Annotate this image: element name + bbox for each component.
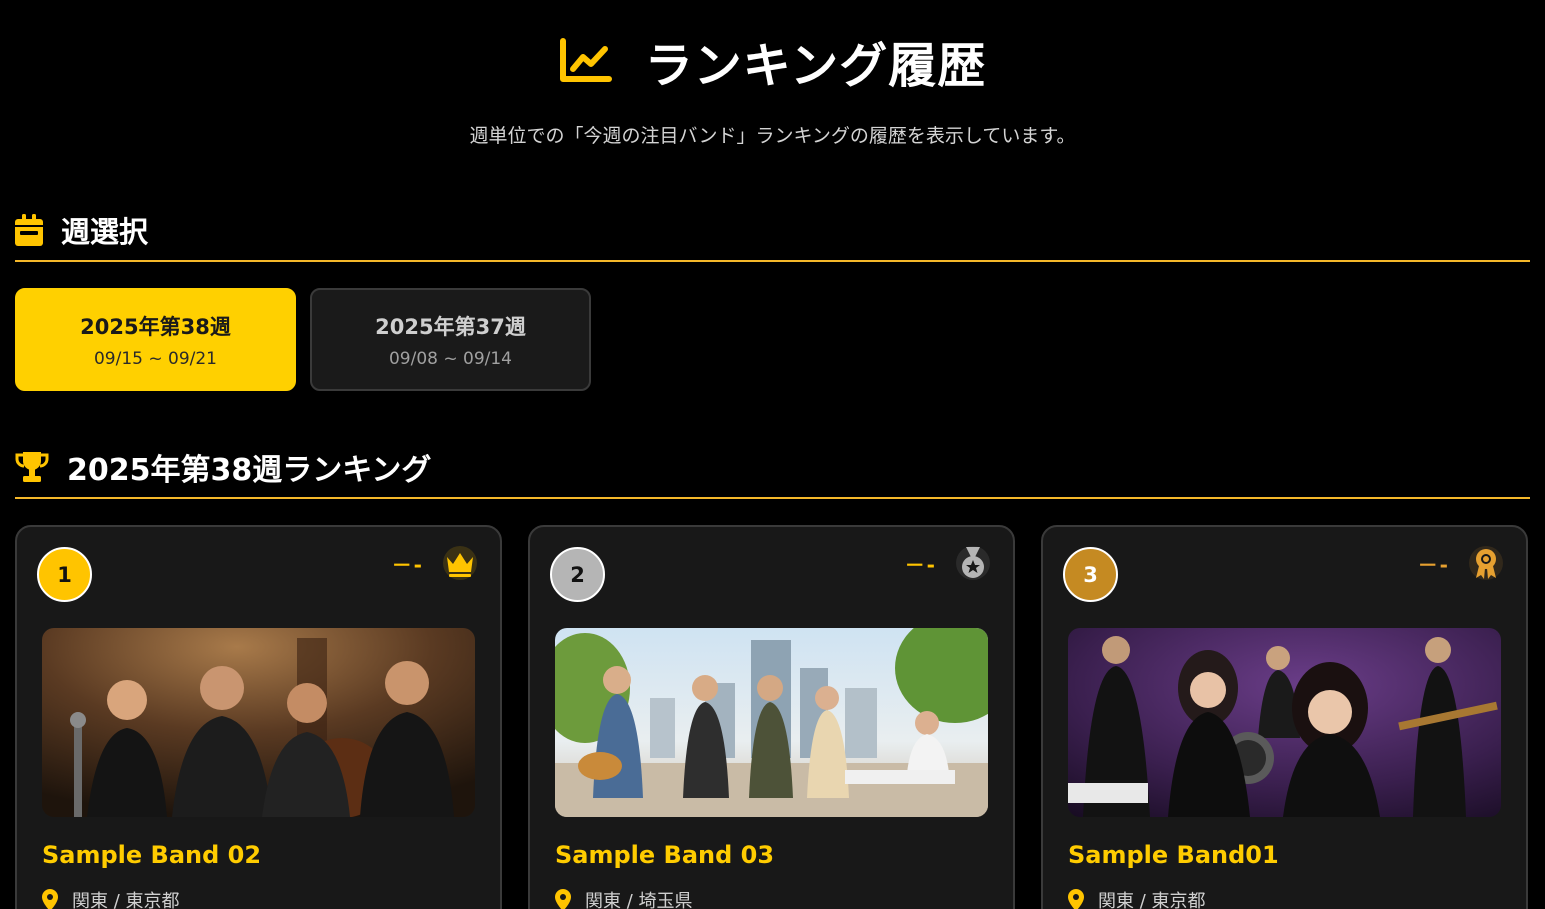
location-text: 関東 / 東京都	[72, 891, 180, 909]
silver-medal-icon	[956, 546, 990, 580]
trophy-icon	[15, 452, 49, 482]
band-location: 関東 / 東京都	[1068, 887, 1206, 909]
rank-badge: 2	[550, 547, 605, 602]
ranking-section-title: 2025年第38週ランキング	[67, 453, 432, 488]
rank-trend: －-	[1417, 553, 1450, 577]
location-text: 関東 / 東京都	[1098, 891, 1206, 909]
map-pin-icon	[42, 889, 58, 909]
week-section-title: 週選択	[61, 215, 149, 249]
ranking-card-1[interactable]: 1 －- Sample Band 02 関東 / 東京都	[15, 525, 502, 909]
map-pin-icon	[1068, 889, 1084, 909]
calendar-icon	[15, 214, 43, 246]
week-selector: 2025年第38週 09/15 ~ 09/21 2025年第37週 09/08 …	[15, 288, 1530, 391]
rank-badge: 1	[37, 547, 92, 602]
band-name[interactable]: Sample Band01	[1068, 841, 1279, 869]
band-name[interactable]: Sample Band 02	[42, 841, 261, 869]
week-section-header: 週選択	[15, 200, 1530, 262]
rank-trend: －-	[391, 553, 424, 577]
bronze-award-icon	[1469, 546, 1503, 580]
map-pin-icon	[555, 889, 571, 909]
ranking-cards: 1 －- Sample Band 02 関東 / 東京都 2 －- Sample…	[15, 525, 1530, 909]
page-subtitle: 週単位での「今週の注目バンド」ランキングの履歴を表示しています。	[469, 125, 1076, 147]
chart-line-icon	[559, 38, 612, 82]
title-row: ランキング履歴	[15, 30, 1530, 94]
week-range: 09/15 ~ 09/21	[93, 348, 218, 369]
ranking-section-header: 2025年第38週ランキング	[15, 437, 1530, 499]
rank-trend: －-	[904, 553, 937, 577]
page-title: ランキング履歴	[644, 38, 987, 94]
band-photo	[555, 628, 988, 817]
week-title: 2025年第37週	[375, 314, 526, 339]
crown-icon	[443, 546, 477, 580]
rank-badge: 3	[1063, 547, 1118, 602]
week-button-38[interactable]: 2025年第38週 09/15 ~ 09/21	[15, 288, 296, 391]
band-photo	[1068, 628, 1501, 817]
band-photo	[42, 628, 475, 817]
week-range: 09/08 ~ 09/14	[388, 348, 513, 369]
band-location: 関東 / 東京都	[42, 887, 180, 909]
band-location: 関東 / 埼玉県	[555, 887, 693, 909]
page-header: ランキング履歴 週単位での「今週の注目バンド」ランキングの履歴を表示しています。	[15, 0, 1530, 200]
week-title: 2025年第38週	[80, 314, 231, 339]
ranking-card-2[interactable]: 2 －- Sample Band 03 関東 / 埼玉県	[528, 525, 1015, 909]
band-name[interactable]: Sample Band 03	[555, 841, 774, 869]
ranking-history-page: ランキング履歴 週単位での「今週の注目バンド」ランキングの履歴を表示しています。…	[0, 0, 1545, 909]
week-button-37[interactable]: 2025年第37週 09/08 ~ 09/14	[310, 288, 591, 391]
location-text: 関東 / 埼玉県	[585, 891, 693, 909]
ranking-card-3[interactable]: 3 －- Sample Band01 関東 / 東京都	[1041, 525, 1528, 909]
